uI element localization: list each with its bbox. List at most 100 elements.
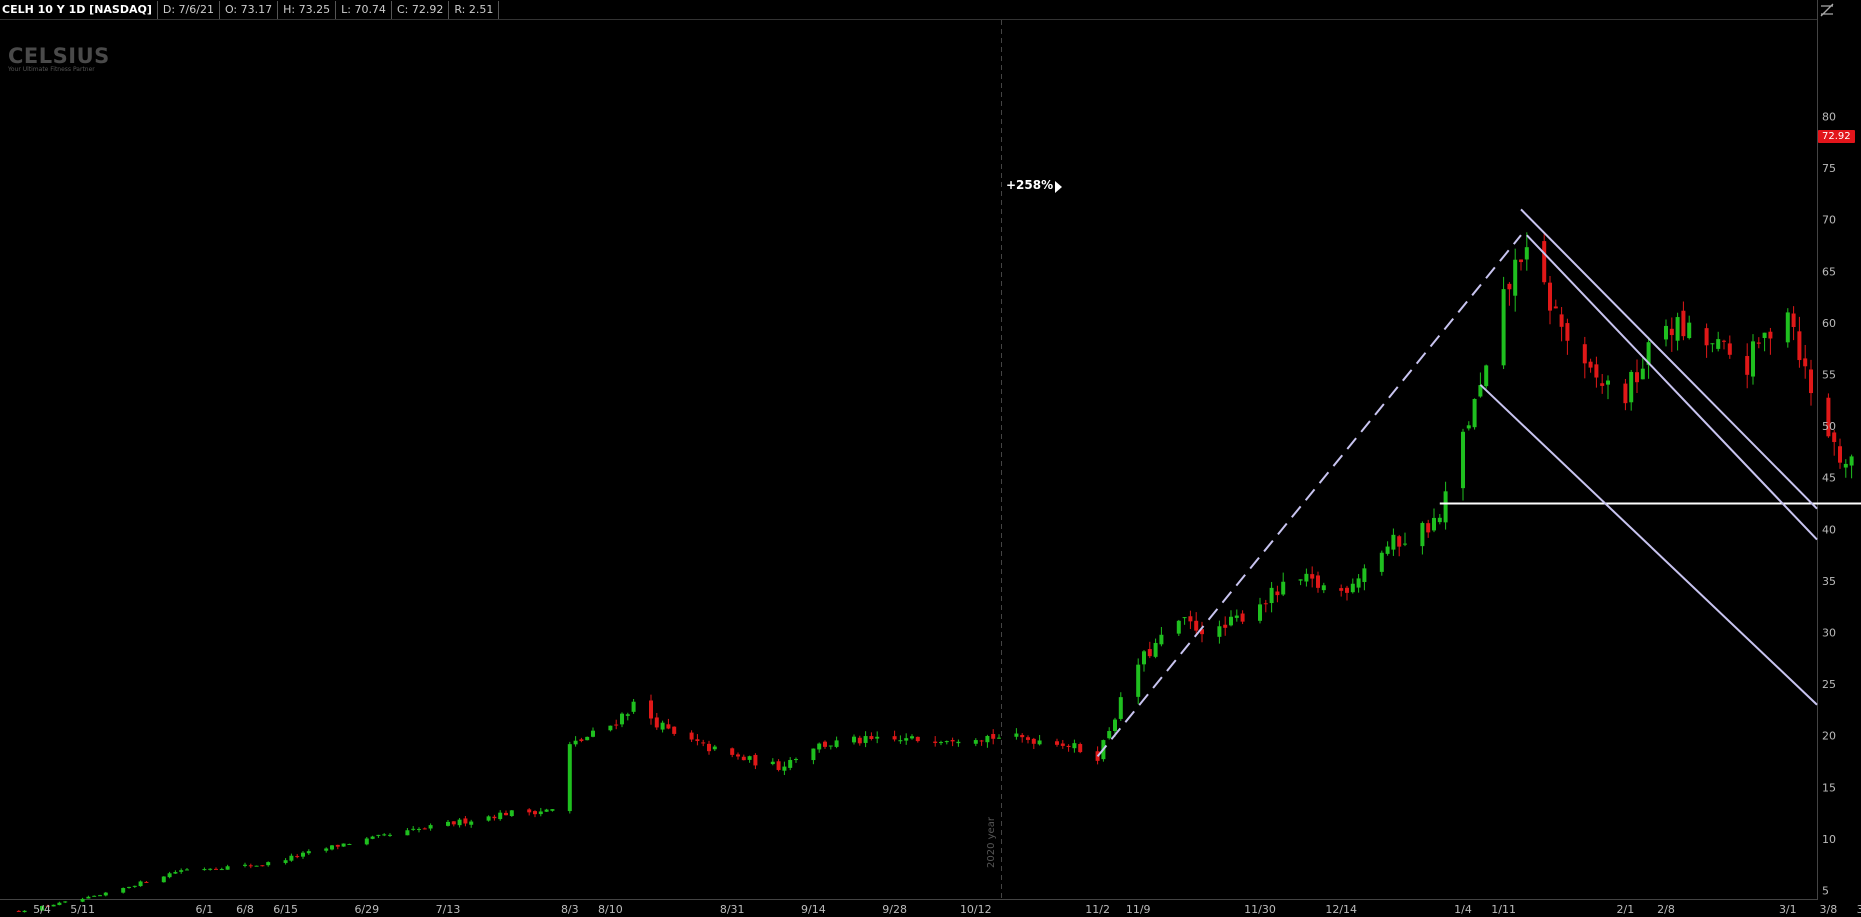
candle-body <box>672 726 677 734</box>
candle-body <box>956 741 961 744</box>
candle-body <box>1420 522 1425 547</box>
candle-body <box>1385 546 1390 554</box>
candle-body <box>620 713 624 725</box>
channel-line[interactable] <box>1526 234 1818 541</box>
candle-body <box>1849 456 1854 466</box>
candle-body <box>161 876 166 883</box>
candle-body <box>324 848 329 851</box>
y-tick-label: 75 <box>1822 162 1836 175</box>
candle-body <box>1437 517 1442 523</box>
x-tick-label: 11/2 <box>1085 903 1110 916</box>
logo-tagline: Your Ultimate Fitness Partner <box>8 66 95 73</box>
candle-body <box>451 821 456 825</box>
candle-body <box>260 865 265 867</box>
candle-body <box>457 819 462 826</box>
scale-toggle-icon[interactable] <box>1819 2 1835 18</box>
drawing-tools[interactable] <box>1096 208 1861 757</box>
candle-body <box>660 722 665 730</box>
candle-body <box>701 742 706 744</box>
candle-body <box>254 865 259 867</box>
percent-change-label[interactable]: +258% <box>1006 178 1053 192</box>
high-readout: H: 73.25 <box>278 1 337 19</box>
x-tick-label: 12/14 <box>1325 903 1357 916</box>
candle-body <box>794 759 798 761</box>
candle-body <box>910 736 914 739</box>
candle-body <box>1142 651 1146 665</box>
x-tick-label: 6/15 <box>273 903 298 916</box>
logo-brand: CELSIUS <box>8 44 110 68</box>
candle-body <box>1664 325 1668 340</box>
candle-body <box>1832 432 1837 443</box>
channel-line[interactable] <box>1479 384 1818 706</box>
candle-body <box>16 910 21 912</box>
last-price-tag: 72.92 <box>1818 130 1855 143</box>
candle-body <box>979 740 984 742</box>
candle-body <box>509 810 514 817</box>
candle-body <box>649 700 653 719</box>
candle-body <box>1403 543 1407 545</box>
time-axis[interactable]: 5/4 5/11 6/1 6/8 6/15 6/29 7/13 8/3 8/10 8/31 9/14… <box>33 903 1861 916</box>
x-tick-label: 7/13 <box>436 903 461 916</box>
candle-body <box>1675 317 1680 341</box>
candle-body <box>1078 744 1083 753</box>
x-tick-label: 3/8 <box>1820 903 1838 916</box>
open-readout: O: 73.17 <box>220 1 279 19</box>
y-tick-label: 55 <box>1822 369 1836 382</box>
price-chart[interactable]: 5 10 15 20 25 30 35 40 45 50 55 60 65 70 75 80 5/4 5/11 6… <box>0 0 1861 917</box>
candle-body <box>405 830 410 836</box>
candle-body <box>301 852 305 857</box>
candle-body <box>1681 310 1686 337</box>
candle-body <box>1275 591 1280 596</box>
candle-body <box>57 902 62 906</box>
candle-body <box>1113 719 1117 732</box>
candle-body <box>376 834 381 836</box>
celsius-logo: CELSIUS Your Ultimate Fitness Partner <box>8 44 110 73</box>
candle-body <box>1153 642 1158 657</box>
candle-body <box>1350 583 1355 593</box>
candle-body <box>132 885 137 887</box>
percent-change-line[interactable] <box>1096 234 1522 757</box>
x-tick-label: 6/29 <box>354 903 379 916</box>
candle-body <box>811 748 816 761</box>
candle-body <box>1600 383 1605 386</box>
candle-body <box>1513 259 1518 296</box>
candle-body <box>869 736 874 739</box>
candle-body <box>1339 588 1344 591</box>
candle-body <box>1316 575 1320 588</box>
candle-body <box>1159 634 1164 645</box>
candle-body <box>991 734 996 739</box>
candle-body <box>1629 371 1634 403</box>
candle-body <box>185 869 189 871</box>
symbol-label[interactable]: CELH 10 Y 1D [NASDAQ] <box>0 1 158 19</box>
candle-body <box>585 736 590 741</box>
candle-body <box>823 741 827 747</box>
candle-body <box>1060 743 1065 746</box>
y-tick-label: 65 <box>1822 265 1836 278</box>
y-tick-label: 40 <box>1822 523 1836 536</box>
candle-body <box>1304 573 1309 582</box>
candle-body <box>364 838 369 845</box>
x-tick-label: 1/4 <box>1454 903 1472 916</box>
y-tick-label: 5 <box>1822 885 1829 898</box>
channel-line[interactable] <box>1520 208 1818 510</box>
x-tick-label: 9/28 <box>882 903 907 916</box>
candle-body <box>689 732 694 740</box>
candle-body <box>863 736 868 743</box>
candle-body <box>736 754 740 757</box>
candle-body <box>1472 398 1477 428</box>
candle-body <box>1072 743 1077 749</box>
candle-body <box>1345 587 1349 593</box>
candle-body <box>933 741 938 743</box>
candle-body <box>1426 523 1431 533</box>
candle-body <box>80 898 85 902</box>
candle-body <box>1194 620 1199 631</box>
candle-body <box>92 895 97 897</box>
candle-body <box>1269 587 1274 604</box>
candle-body <box>306 851 311 854</box>
candle-body <box>1217 626 1222 637</box>
candle-body <box>295 856 300 858</box>
candle-body <box>1136 664 1141 697</box>
x-tick-label: 10/12 <box>960 903 992 916</box>
candle-body <box>1704 328 1709 346</box>
candle-body <box>486 816 491 821</box>
